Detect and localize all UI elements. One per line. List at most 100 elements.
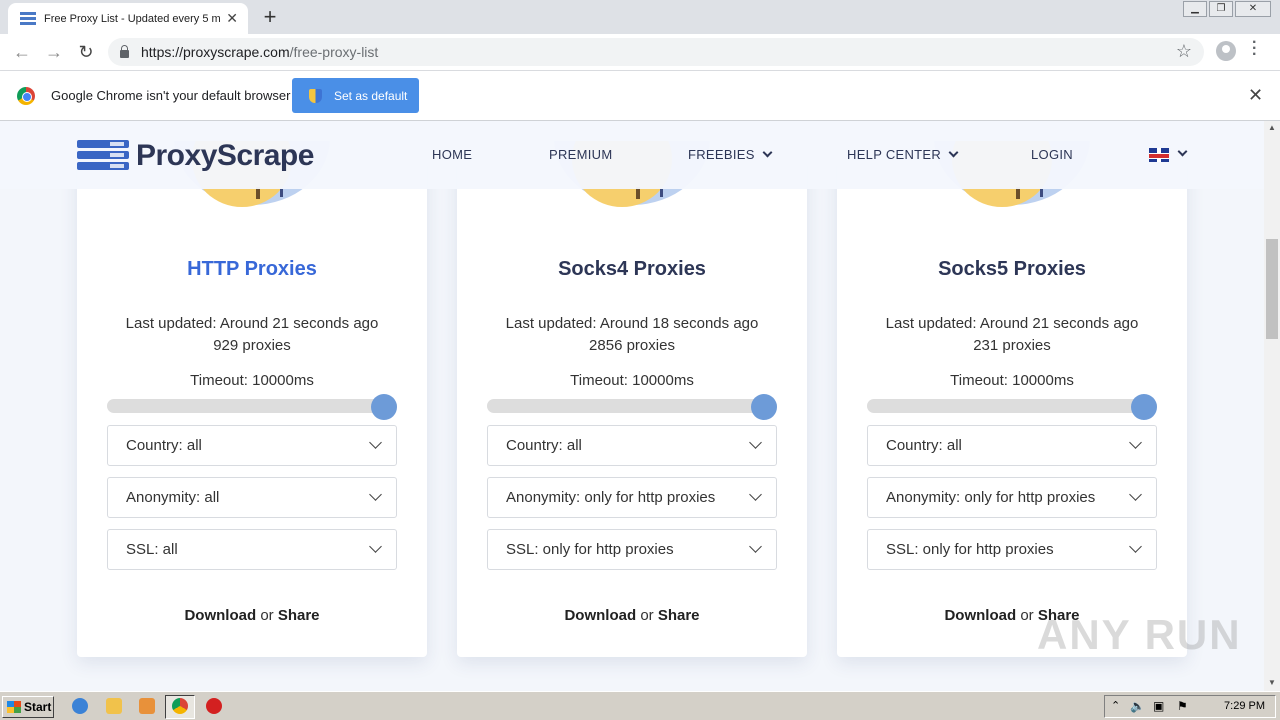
anonymity-select[interactable]: Anonymity: all xyxy=(107,477,397,518)
volume-icon[interactable]: 🔈 xyxy=(1130,699,1145,713)
profile-avatar-icon[interactable] xyxy=(1216,41,1236,61)
nav-premium[interactable]: PREMIUM xyxy=(549,147,613,162)
reload-icon[interactable]: ↻ xyxy=(76,42,96,63)
slider-handle[interactable] xyxy=(1131,394,1157,420)
new-tab-icon[interactable]: + xyxy=(258,4,282,30)
slider-handle[interactable] xyxy=(751,394,777,420)
chevron-down-icon xyxy=(749,488,762,501)
ssl-select[interactable]: SSL: only for http proxies xyxy=(487,529,777,570)
lock-icon xyxy=(120,44,129,58)
media-player-icon[interactable] xyxy=(139,698,155,714)
slider-handle[interactable] xyxy=(371,394,397,420)
last-updated: Last updated: Around 21 seconds ago 231 … xyxy=(837,313,1187,357)
http-proxies-card: HTTP Proxies Last updated: Around 21 sec… xyxy=(77,141,427,657)
download-link[interactable]: Download xyxy=(184,607,256,624)
chevron-down-icon xyxy=(369,488,382,501)
socks4-proxies-card: Socks4 Proxies Last updated: Around 18 s… xyxy=(457,141,807,657)
default-browser-infobar: Google Chrome isn't your default browser… xyxy=(0,71,1280,121)
chevron-down-icon xyxy=(369,436,382,449)
site-header: ProxyScrape HOME PREMIUM FREEBIES HELP C… xyxy=(0,121,1264,189)
ssl-select[interactable]: SSL: only for http proxies xyxy=(867,529,1157,570)
nav-login[interactable]: LOGIN xyxy=(1031,147,1073,162)
browser-toolbar: ← → ↻ https://proxyscrape.com/free-proxy… xyxy=(0,34,1280,71)
last-updated: Last updated: Around 18 seconds ago 2856… xyxy=(457,313,807,357)
minimize-icon[interactable]: ▁ xyxy=(1183,1,1207,17)
action-center-flag-icon[interactable]: ⚑ xyxy=(1177,699,1188,713)
anonymity-value: Anonymity: only for http proxies xyxy=(506,489,716,506)
tab-bar: Free Proxy List - Updated every 5 m ✕ + … xyxy=(0,0,1280,34)
anyrun-watermark: ANY RUN xyxy=(1037,611,1242,658)
anonymity-select[interactable]: Anonymity: only for http proxies xyxy=(487,477,777,518)
browser-tab[interactable]: Free Proxy List - Updated every 5 m ✕ xyxy=(8,3,248,34)
country-select[interactable]: Country: all xyxy=(867,425,1157,466)
server-logo-icon xyxy=(77,140,129,172)
windows-logo-icon xyxy=(7,701,21,713)
anonymity-select[interactable]: Anonymity: only for http proxies xyxy=(867,477,1157,518)
card-title[interactable]: Socks4 Proxies xyxy=(457,258,807,281)
chrome-menu-icon[interactable]: · · · xyxy=(1252,35,1257,63)
explorer-folder-icon[interactable] xyxy=(106,698,122,714)
ssl-value: SSL: all xyxy=(126,541,178,558)
last-updated-text: Last updated: Around 21 seconds ago xyxy=(125,315,379,332)
scroll-down-icon[interactable]: ▼ xyxy=(1268,678,1276,687)
start-button[interactable]: Start xyxy=(2,696,54,718)
nav-help-center[interactable]: HELP CENTER xyxy=(847,147,959,162)
share-link[interactable]: Share xyxy=(658,607,700,624)
timeout-label: Timeout: 10000ms xyxy=(570,372,694,389)
scroll-up-icon[interactable]: ▲ xyxy=(1268,123,1276,132)
last-updated: Last updated: Around 21 seconds ago 929 … xyxy=(77,313,427,357)
page-scrollbar[interactable]: ▲ ▼ xyxy=(1264,121,1280,691)
chevron-down-icon[interactable] xyxy=(1177,146,1188,157)
forward-icon[interactable]: → xyxy=(44,42,64,63)
ie-icon[interactable] xyxy=(72,698,88,714)
anonymity-value: Anonymity: only for http proxies xyxy=(886,489,1096,506)
nav-home[interactable]: HOME xyxy=(432,147,472,162)
network-icon[interactable]: ▣ xyxy=(1153,699,1164,713)
taskbar-clock[interactable]: 7:29 PM xyxy=(1224,700,1265,712)
country-value: Country: all xyxy=(506,437,582,454)
url-path: /free-proxy-list xyxy=(289,44,379,60)
timeout-slider[interactable] xyxy=(487,394,777,420)
tray-expand-icon[interactable]: ⌃ xyxy=(1111,699,1120,712)
stop-icon[interactable] xyxy=(206,698,222,714)
card-title[interactable]: Socks5 Proxies xyxy=(837,258,1187,281)
tab-title: Free Proxy List - Updated every 5 m xyxy=(44,12,220,25)
infobar-message: Google Chrome isn't your default browser xyxy=(51,88,291,103)
timeout-label: Timeout: 10000ms xyxy=(950,372,1074,389)
uk-flag-icon[interactable] xyxy=(1149,148,1169,162)
logo-text: ProxyScrape xyxy=(136,139,314,172)
country-value: Country: all xyxy=(126,437,202,454)
proxy-count: 2856 proxies xyxy=(589,337,675,354)
chevron-down-icon xyxy=(1129,436,1142,449)
share-link[interactable]: Share xyxy=(278,607,320,624)
bookmark-star-icon[interactable]: ☆ xyxy=(1176,41,1192,62)
proxyscrape-logo[interactable]: ProxyScrape xyxy=(77,139,314,173)
system-tray: ⌃ 🔈 ▣ ⚑ 7:29 PM xyxy=(1104,695,1276,718)
infobar-close-icon[interactable]: ✕ xyxy=(1248,85,1263,106)
chrome-logo-icon xyxy=(17,87,35,105)
proxy-count: 231 proxies xyxy=(973,337,1051,354)
ssl-select[interactable]: SSL: all xyxy=(107,529,397,570)
chevron-down-icon xyxy=(749,436,762,449)
chevron-down-icon xyxy=(1129,540,1142,553)
chevron-down-icon xyxy=(762,147,773,158)
set-as-default-button[interactable]: Set as default xyxy=(292,78,419,113)
download-link[interactable]: Download xyxy=(564,607,636,624)
last-updated-text: Last updated: Around 21 seconds ago xyxy=(885,315,1139,332)
proxyscrape-favicon-icon xyxy=(20,12,36,25)
restore-icon[interactable]: ❐ xyxy=(1209,1,1233,17)
nav-help-center-label: HELP CENTER xyxy=(847,147,942,162)
scroll-thumb[interactable] xyxy=(1266,239,1278,339)
window-close-icon[interactable]: ✕ xyxy=(1235,1,1271,17)
timeout-slider[interactable] xyxy=(107,394,397,420)
address-bar[interactable]: https://proxyscrape.com/free-proxy-list … xyxy=(108,38,1204,66)
country-select[interactable]: Country: all xyxy=(107,425,397,466)
tab-close-icon[interactable]: ✕ xyxy=(226,10,238,27)
timeout-slider[interactable] xyxy=(867,394,1157,420)
socks5-proxies-card: Socks5 Proxies Last updated: Around 21 s… xyxy=(837,141,1187,657)
card-title[interactable]: HTTP Proxies xyxy=(77,258,427,281)
country-select[interactable]: Country: all xyxy=(487,425,777,466)
download-link[interactable]: Download xyxy=(944,607,1016,624)
back-icon[interactable]: ← xyxy=(12,42,32,63)
nav-freebies[interactable]: FREEBIES xyxy=(688,147,773,162)
